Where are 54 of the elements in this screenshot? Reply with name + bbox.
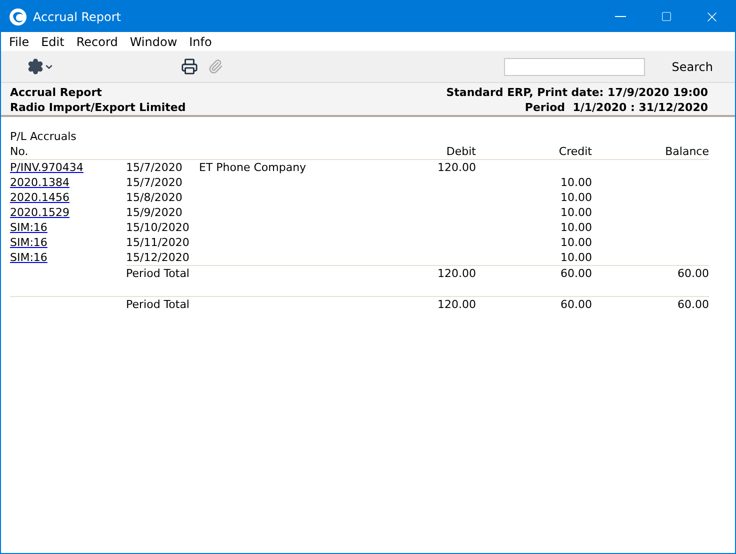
description-text: ET Phone Company	[199, 161, 306, 174]
credit-amount: 10.00	[560, 236, 592, 249]
column-header: Balance	[665, 145, 709, 158]
settings-button[interactable]	[27, 58, 54, 75]
print-icon[interactable]	[181, 58, 198, 75]
date-text: 15/12/2020	[126, 251, 190, 264]
column-header: No.	[10, 145, 28, 158]
balance-total: 60.00	[678, 298, 709, 311]
maximize-icon	[660, 11, 672, 22]
credit-amount: 10.00	[560, 176, 592, 189]
app-logo-icon	[9, 8, 27, 26]
date-text: 15/7/2020	[126, 176, 182, 189]
header-text: Standard ERP, Print date: 17/9/2020 19:00	[446, 85, 708, 100]
document-link[interactable]: SIM:16	[10, 221, 48, 234]
section-title: P/L Accruals	[10, 130, 76, 143]
window-title: Accrual Report	[33, 8, 122, 26]
date-text: 15/10/2020	[126, 221, 190, 234]
credit-total: 60.00	[560, 267, 592, 280]
menu-item[interactable]: Edit	[35, 32, 70, 50]
menu-item[interactable]: Info	[183, 32, 218, 50]
debit-total: 120.00	[438, 267, 476, 280]
header-text: Accrual Report	[10, 85, 103, 100]
minimize-icon	[614, 16, 626, 17]
menu-item[interactable]: File	[3, 32, 36, 50]
document-link[interactable]: SIM:16	[10, 236, 48, 249]
search-field[interactable]	[504, 58, 645, 76]
column-header: Credit	[558, 145, 592, 158]
document-link[interactable]: 2020.1456	[10, 191, 70, 204]
date-text: 15/11/2020	[126, 236, 190, 249]
document-link[interactable]: SIM:16	[10, 251, 48, 264]
header-text: Radio Import/Export Limited	[10, 100, 186, 115]
credit-amount: 10.00	[560, 206, 592, 219]
date-text: 15/9/2020	[126, 206, 182, 219]
document-link[interactable]: P/INV.970434	[10, 161, 84, 174]
balance-total: 60.00	[678, 267, 709, 280]
debit-amount: 120.00	[438, 161, 476, 174]
debit-total: 120.00	[438, 298, 476, 311]
search-button[interactable]: Search	[672, 58, 713, 76]
menu-item[interactable]: Window	[124, 32, 184, 50]
credit-amount: 10.00	[560, 221, 592, 234]
header-text: Period 1/1/2020 : 31/12/2020	[524, 100, 708, 115]
credit-total: 60.00	[560, 298, 592, 311]
menu-item[interactable]: Record	[70, 32, 124, 50]
date-text: 15/7/2020	[126, 161, 182, 174]
credit-amount: 10.00	[560, 251, 592, 264]
gear-icon	[27, 58, 44, 75]
document-link[interactable]: 2020.1529	[10, 206, 70, 219]
attachment-icon[interactable]	[208, 59, 223, 74]
total-label: Period Total	[126, 267, 190, 280]
column-header: Debit	[446, 145, 476, 158]
date-text: 15/8/2020	[126, 191, 182, 204]
total-label: Period Total	[126, 298, 190, 311]
document-link[interactable]: 2020.1384	[10, 176, 70, 189]
credit-amount: 10.00	[560, 191, 592, 204]
